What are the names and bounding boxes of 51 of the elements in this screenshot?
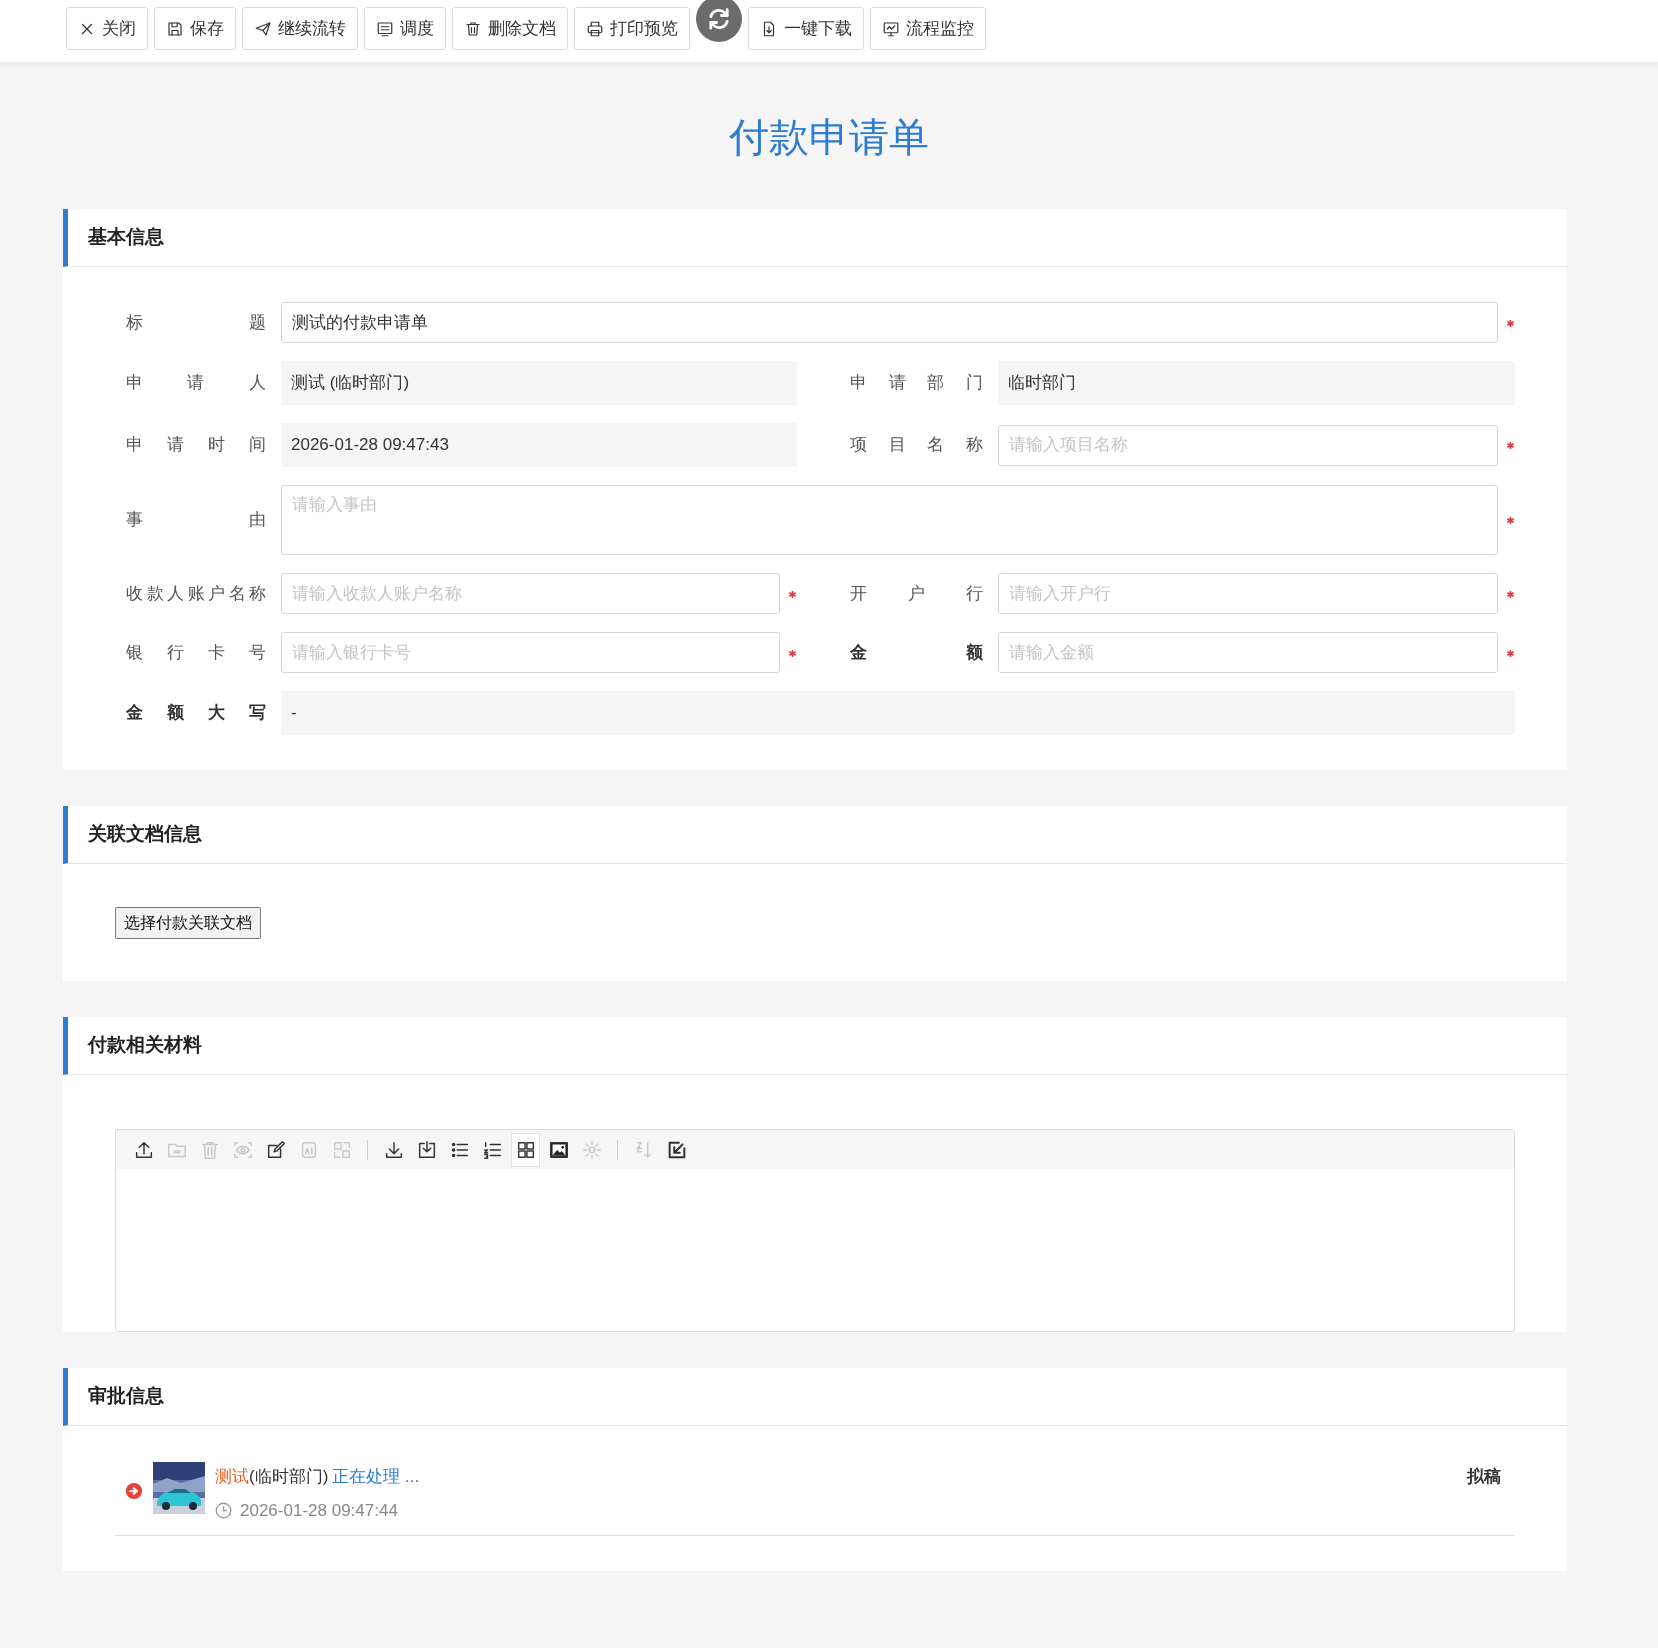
input-field[interactable]: 请输入金额 [998, 632, 1498, 673]
field-label: 项 目 名 称 [849, 434, 984, 457]
toolbar-button[interactable]: 流程监控 [870, 7, 986, 50]
toolbar-button[interactable]: 删除文档 [452, 7, 568, 50]
arrow-right-icon [125, 1482, 143, 1500]
text-area[interactable]: 请输入事由 [281, 485, 1498, 555]
step-label: 拟稿 [1467, 1466, 1501, 1488]
status-link[interactable]: 正在处理 ... [332, 1467, 420, 1486]
section-heading: 基本信息 [63, 209, 1567, 267]
send-icon [254, 19, 272, 38]
page-title: 付款申请单 [728, 114, 930, 161]
monitor-icon [882, 19, 900, 38]
field-label: 申 请 部 门 [849, 372, 984, 395]
toolbar-button[interactable]: 调度 [364, 7, 446, 50]
field-label: 银 行 卡 号 [126, 641, 267, 664]
section-heading: 关联文档信息 [63, 806, 1567, 864]
toolbar-button[interactable]: 保存 [154, 7, 236, 50]
section-heading: 审批信息 [63, 1368, 1567, 1426]
readonly-field: 2026-01-28 09:47:43 [281, 423, 797, 467]
field-label: 标 题 [126, 311, 267, 334]
section-heading: 付款相关材料 [63, 1017, 1567, 1075]
input-field[interactable]: 请输入银行卡号 [281, 632, 780, 673]
tool-button[interactable] [512, 1133, 539, 1166]
settings-icon [580, 1138, 603, 1161]
input-field[interactable]: 测试的付款申请单 [281, 302, 1498, 343]
select-documents-button[interactable]: 选择付款关联文档 [115, 907, 261, 939]
toolbar-button[interactable]: 继续流转 [242, 7, 358, 50]
readonly-field: 临时部门 [998, 361, 1515, 405]
field-label: 金 额 [849, 641, 984, 664]
field-label: 申 请 时 间 [126, 434, 267, 457]
trash-icon [464, 19, 482, 38]
toolbar-button[interactable]: 关闭 [66, 7, 148, 50]
refresh-button[interactable] [696, 0, 742, 42]
field-label: 事 由 [126, 509, 267, 532]
readonly-field: - [281, 691, 1515, 735]
toolbar-button[interactable]: 一键下载 [748, 7, 864, 50]
field-label: 金 额 大 写 [126, 702, 267, 725]
approver-name: 测试 [215, 1467, 249, 1486]
readonly-field: 测试 (临时部门) [281, 361, 797, 405]
printer-icon [586, 19, 604, 38]
input-field[interactable]: 请输入开户行 [998, 573, 1498, 614]
input-field[interactable]: 请输入收款人账户名称 [281, 573, 780, 614]
time-text: 2026-01-28 09:47:44 [240, 1499, 398, 1522]
toolbar-button[interactable]: 打印预览 [574, 7, 690, 50]
list-icon [376, 19, 394, 38]
clock-icon [215, 1501, 232, 1519]
field-label: 申 请 人 [126, 372, 267, 395]
save-icon [166, 19, 184, 38]
department-text: (临时部门) [249, 1467, 329, 1486]
field-label: 收款人账户名称 [126, 582, 267, 605]
field-label: 开 户 行 [849, 582, 984, 605]
